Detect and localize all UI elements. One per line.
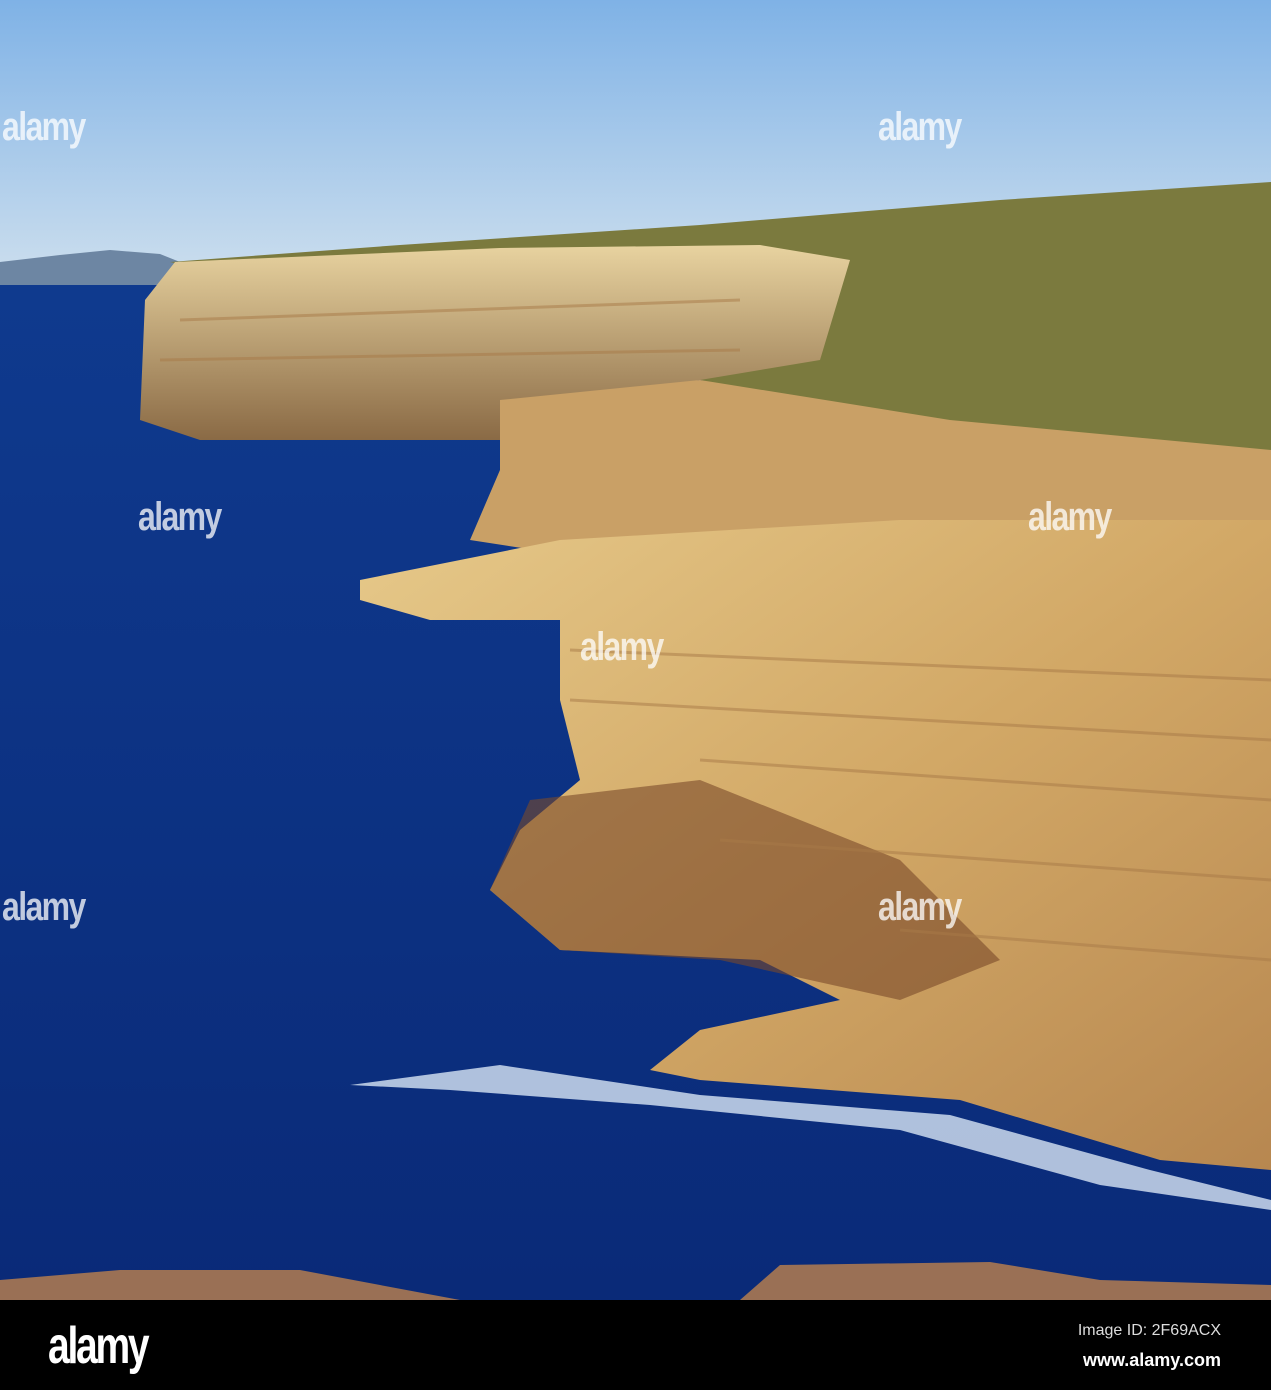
watermark: alamy	[1028, 495, 1112, 539]
watermark: alamy	[878, 105, 962, 149]
watermark: alamy	[878, 885, 962, 929]
watermark: alamy	[2, 885, 86, 929]
footer-bar: alamy Image ID: 2F69ACX www.alamy.com	[0, 1300, 1271, 1390]
site-url: www.alamy.com	[1082, 1350, 1221, 1370]
alamy-logo: alamy	[48, 1317, 150, 1375]
stock-photo: alamy alamy alamy alamy alamy alamy alam…	[0, 0, 1271, 1390]
watermark: alamy	[138, 495, 222, 539]
image-id: Image ID: 2F69ACX	[1077, 1322, 1221, 1339]
watermark: alamy	[580, 625, 664, 669]
watermark: alamy	[2, 105, 86, 149]
